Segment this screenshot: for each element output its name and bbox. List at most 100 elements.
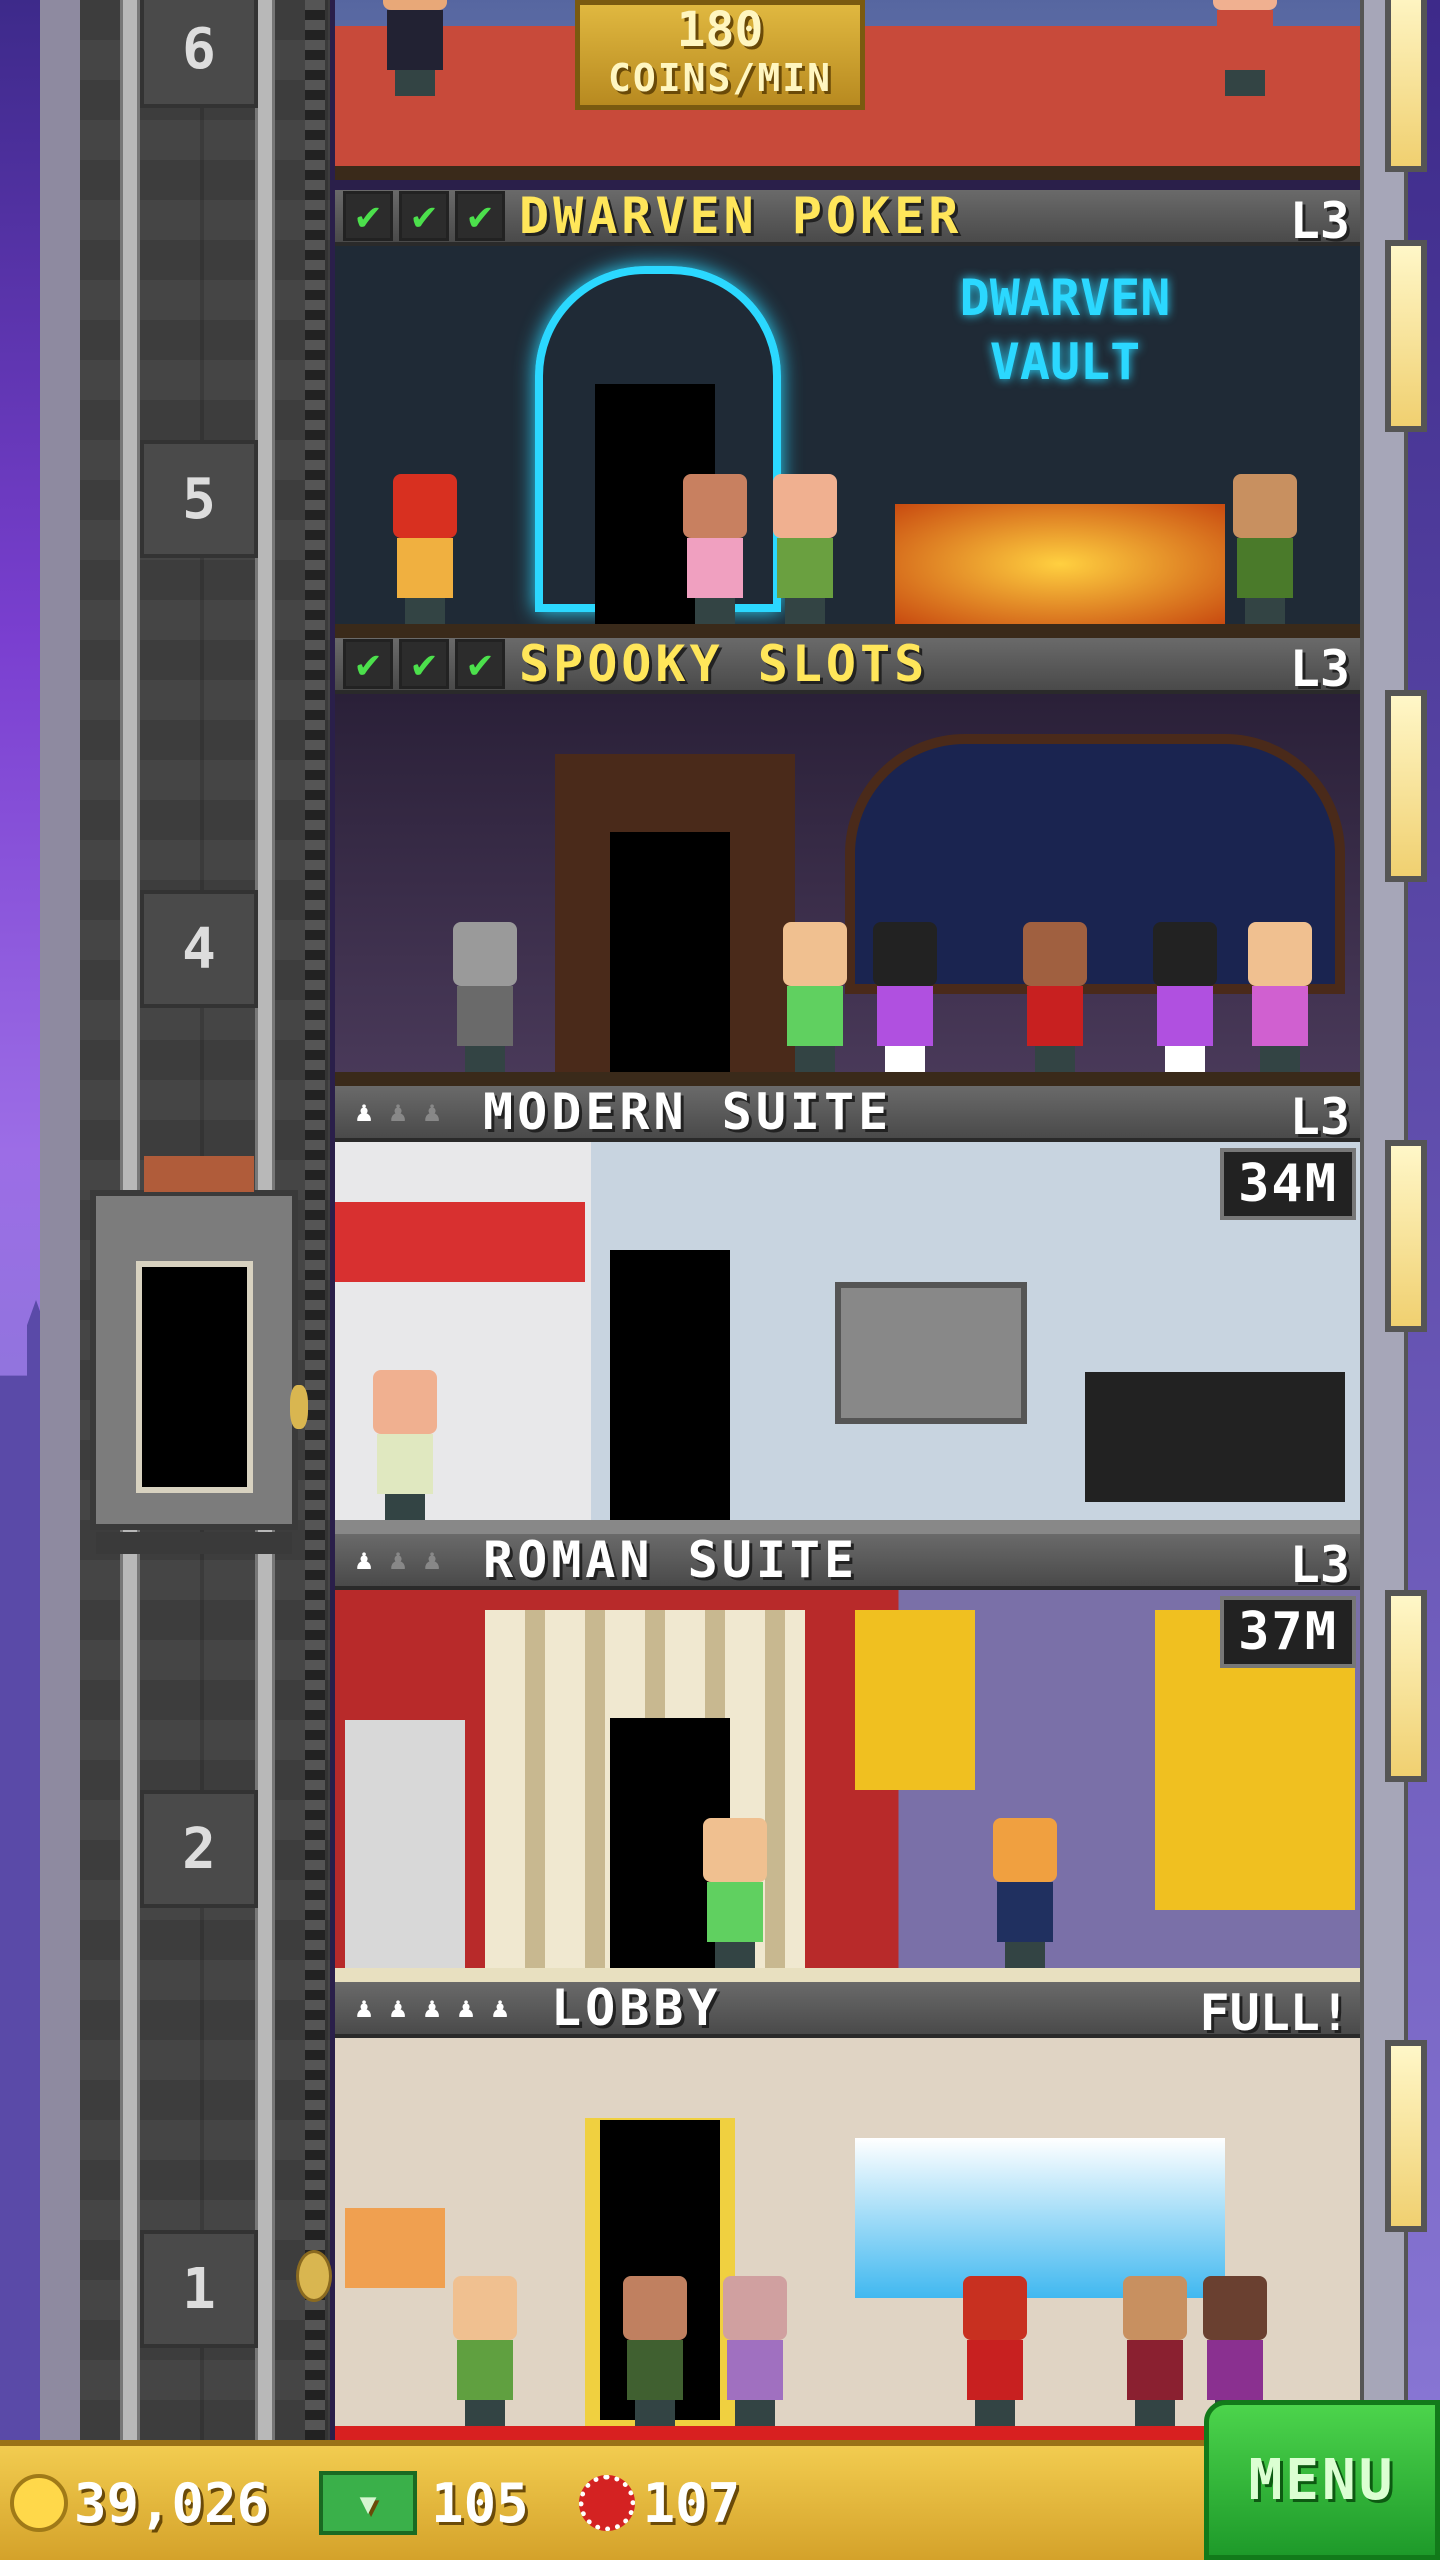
chips-value: 107 <box>642 2471 741 2535</box>
chips-stat[interactable]: 107 <box>539 2471 741 2535</box>
floor-header: ✔ ✔ ✔ SPOOKY SLOTS L3 <box>335 638 1360 698</box>
window <box>1385 1140 1427 1332</box>
person-icon: ♟ <box>355 1543 373 1576</box>
coins-per-min-unit: COINS/MIN <box>608 56 832 100</box>
person-icon: ♟ <box>389 1543 407 1576</box>
floor-name: LOBBY <box>551 1982 722 2037</box>
window <box>1385 1590 1427 1782</box>
bellhop[interactable] <box>955 2276 1035 2426</box>
coins-per-min-amount: 180 <box>676 2 764 58</box>
window <box>1385 240 1427 432</box>
wall-art <box>345 2208 445 2288</box>
elevator-door <box>136 1261 253 1493</box>
occupancy-slots: ♟ ♟ ♟ <box>353 1545 443 1575</box>
elevator-top <box>144 1156 254 1192</box>
slot-machine[interactable] <box>865 922 945 1072</box>
floor-level: L3 <box>1289 192 1350 250</box>
bitizen[interactable] <box>715 2276 795 2426</box>
person-icon: ♟ <box>423 1543 441 1576</box>
slot-machine[interactable] <box>1145 922 1225 1072</box>
floor-header: ♟ ♟ ♟ ROMAN SUITE L3 <box>335 1534 1360 1594</box>
bux-stat[interactable]: ▼ 105 <box>279 2471 529 2535</box>
room-door <box>610 1250 730 1520</box>
floor-level: L3 <box>1289 1088 1350 1146</box>
bitizen[interactable] <box>765 474 845 624</box>
dragon-treasure <box>895 504 1225 624</box>
bitizen[interactable] <box>775 922 855 1072</box>
floor-header: ✔ ✔ ✔ DWARVEN POKER L3 <box>335 190 1360 250</box>
stock-checks: ✔ ✔ ✔ <box>343 639 505 689</box>
red-wall-stripe <box>335 1202 585 1282</box>
coin-icon <box>10 2474 68 2532</box>
person-icon: ♟ <box>389 1095 407 1128</box>
occupancy-slots: ♟ ♟ ♟ <box>353 1097 443 1127</box>
floor-name: DWARVEN POKER <box>519 190 963 245</box>
check-icon: ✔ <box>455 639 505 689</box>
check-icon: ✔ <box>455 191 505 241</box>
shaft-floor-number-2: 2 <box>140 1790 258 1908</box>
floor-level: L3 <box>1289 1536 1350 1594</box>
occupancy-slots: ♟ ♟ ♟ ♟ ♟ <box>353 1993 511 2023</box>
bux-icon: ▼ <box>319 2471 418 2535</box>
coins-per-min-banner[interactable]: 180 COINS/MIN <box>575 0 865 110</box>
statue <box>345 1720 465 1970</box>
bitizen[interactable] <box>375 0 455 96</box>
bitizen[interactable] <box>365 1370 445 1520</box>
floor-dwarven-poker[interactable]: ✔ ✔ ✔ DWARVEN POKER L3 DWARVEN VAULT <box>335 190 1360 638</box>
menu-button[interactable]: MENU <box>1204 2400 1440 2560</box>
person-icon: ♟ <box>355 1095 373 1128</box>
floor-name: ROMAN SUITE <box>483 1534 859 1589</box>
elevator-cable <box>305 0 325 2440</box>
person-icon: ♟ <box>423 1991 441 2024</box>
tv-screen <box>835 1282 1027 1424</box>
shaft-floor-number-5: 5 <box>140 440 258 558</box>
casino-chip-icon <box>578 2475 635 2531</box>
lobby-status: FULL! <box>1199 1984 1350 2042</box>
elevator-car[interactable] <box>90 1156 298 1554</box>
gold-curtain <box>855 1610 975 1790</box>
room-timer: 37M <box>1220 1596 1356 1668</box>
bitizen[interactable] <box>695 1818 775 1968</box>
floor-header: ♟ ♟ ♟ MODERN SUITE L3 <box>335 1086 1360 1146</box>
bitizen[interactable] <box>985 1818 1065 1968</box>
bitizen[interactable] <box>1115 2276 1195 2426</box>
window <box>1385 0 1427 172</box>
floor-modern-suite[interactable]: ♟ ♟ ♟ MODERN SUITE L3 34M <box>335 1086 1360 1534</box>
check-icon: ✔ <box>399 639 449 689</box>
person-icon: ♟ <box>457 1991 475 2024</box>
bitizen[interactable] <box>675 474 755 624</box>
zombie-bitizen[interactable] <box>445 922 525 1072</box>
bitizen[interactable] <box>1205 0 1285 96</box>
person-icon: ♟ <box>355 1991 373 2024</box>
floor-header: ♟ ♟ ♟ ♟ ♟ LOBBY FULL! <box>335 1982 1360 2042</box>
elevator-floor <box>96 1532 292 1554</box>
window <box>1385 690 1427 882</box>
bitizen[interactable] <box>445 2276 525 2426</box>
bitizen[interactable] <box>1240 922 1320 1072</box>
bux-value: 105 <box>431 2471 529 2535</box>
coins-stat[interactable]: 39,026 <box>10 2472 269 2535</box>
lobby-painting <box>855 2138 1225 2298</box>
person-icon: ♟ <box>491 1991 509 2024</box>
check-icon: ✔ <box>399 191 449 241</box>
elevator-call-button[interactable] <box>290 1385 308 1429</box>
shaft-floor-number-4: 4 <box>140 890 258 1008</box>
floor-spooky-slots[interactable]: ✔ ✔ ✔ SPOOKY SLOTS L3 <box>335 638 1360 1086</box>
vault-sign: DWARVEN VAULT <box>959 269 1171 391</box>
elevator-call-button[interactable] <box>296 2250 332 2302</box>
floor-name: MODERN SUITE <box>483 1086 893 1141</box>
dwarf-bitizen[interactable] <box>385 474 465 624</box>
check-icon: ✔ <box>343 191 393 241</box>
person-icon: ♟ <box>389 1991 407 2024</box>
person-icon: ♟ <box>423 1095 441 1128</box>
room-door <box>610 832 730 1072</box>
floor-name: SPOOKY SLOTS <box>519 638 929 693</box>
bitizen[interactable] <box>1015 922 1095 1072</box>
shaft-floor-number-6: 6 <box>140 0 258 108</box>
window <box>1385 2040 1427 2232</box>
bitizen[interactable] <box>1225 474 1305 624</box>
bitizen[interactable] <box>615 2276 695 2426</box>
shaft-floor-number-1: 1 <box>140 2230 258 2348</box>
floor-roman-suite[interactable]: ♟ ♟ ♟ ROMAN SUITE L3 37M <box>335 1534 1360 1982</box>
floor-lobby[interactable]: ♟ ♟ ♟ ♟ ♟ LOBBY FULL! <box>335 1982 1360 2440</box>
